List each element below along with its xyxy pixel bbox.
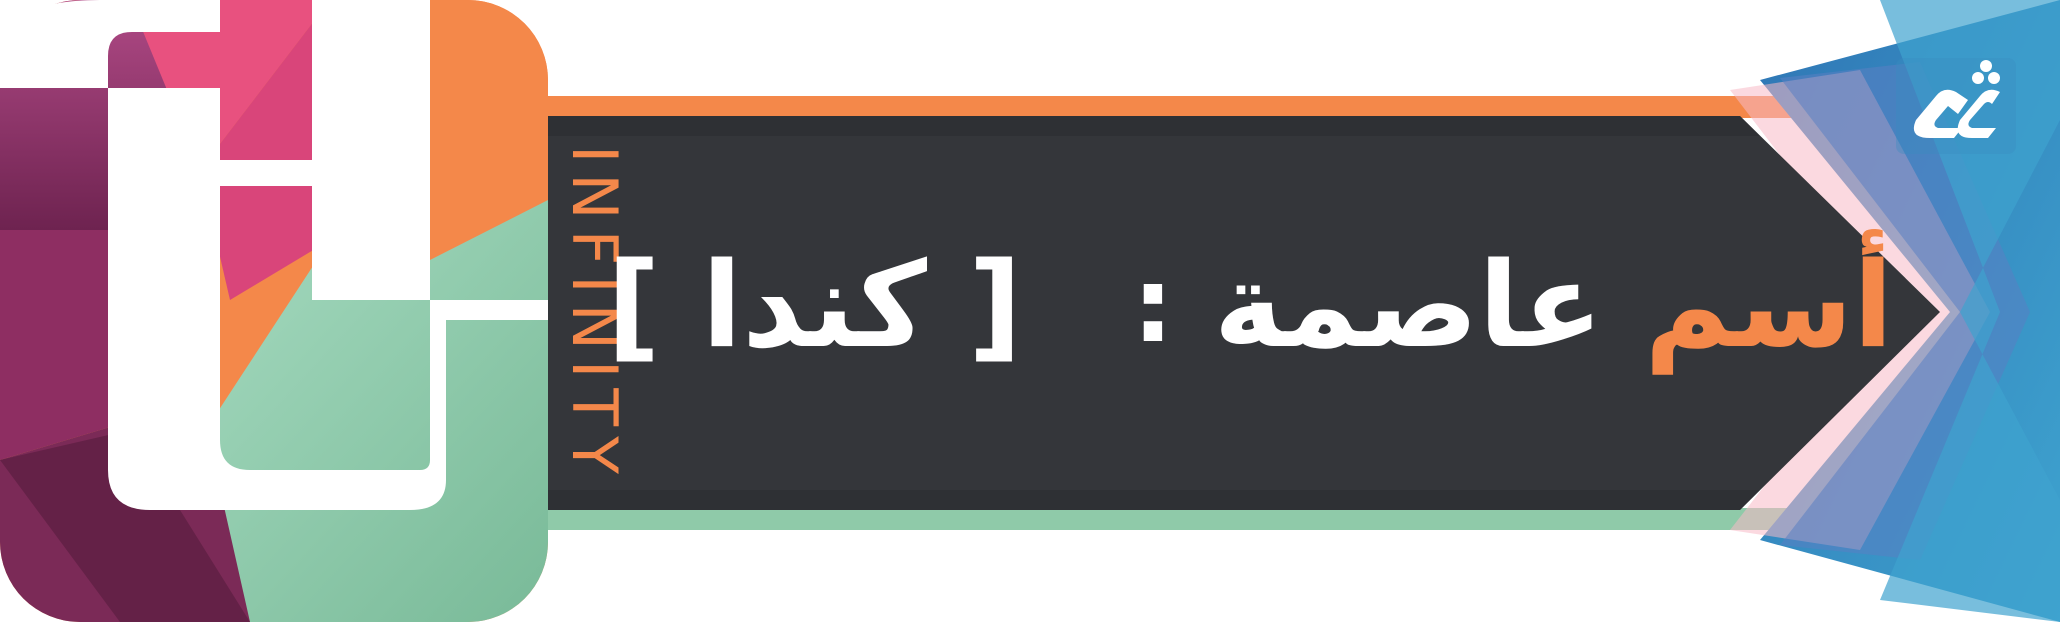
- banner: INFINITY [ كندا ] : أسم عاصمة: [0, 0, 2071, 622]
- question-word-2: عاصمة: [1213, 236, 1604, 374]
- question-label: أسم عاصمة: [1214, 236, 1894, 374]
- question-title: [ كندا ] : أسم عاصمة: [607, 210, 1894, 400]
- answer-text: [ كندا ]: [606, 236, 1023, 374]
- question-word-1: أسم: [1644, 236, 1894, 374]
- separator-colon: :: [1132, 244, 1174, 366]
- ed-brand-icon: [1896, 58, 2016, 154]
